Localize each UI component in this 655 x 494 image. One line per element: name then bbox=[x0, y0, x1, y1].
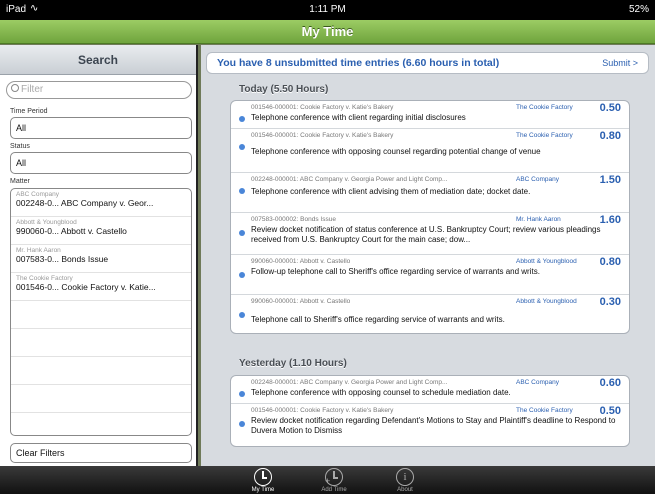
search-panel: Search Filter Time Period All Status All… bbox=[0, 45, 198, 466]
entry-matter: 001546-000001: Cookie Factory v. Katie's… bbox=[251, 104, 394, 111]
time-entries-panel: You have 8 unsubmitted time entries (6.6… bbox=[201, 45, 655, 466]
search-header: Search bbox=[0, 45, 196, 75]
empty-row bbox=[11, 329, 191, 357]
nav-bar: My Time bbox=[0, 20, 655, 44]
matter-client: Mr. Hank Aaron bbox=[16, 247, 61, 254]
tab-label: About bbox=[397, 487, 413, 493]
matter-client: The Cookie Factory bbox=[16, 275, 73, 282]
matter-item[interactable]: Mr. Hank Aaron 007583-0... Bonds Issue bbox=[11, 245, 191, 273]
entries-group-yesterday: 002248-000001: ABC Company v. Georgia Po… bbox=[230, 375, 630, 447]
filter-placeholder: Filter bbox=[21, 84, 44, 95]
section-header-today: Today (5.50 Hours) bbox=[239, 84, 329, 95]
time-entry[interactable]: 002248-000001: ABC Company v. Georgia Po… bbox=[231, 376, 629, 404]
entry-client: ABC Company bbox=[516, 176, 559, 183]
tab-bar: My Time + Add Time i About bbox=[0, 466, 655, 494]
entry-description: Telephone call to Sheriff's office regar… bbox=[251, 315, 505, 324]
unsubmitted-dot-icon bbox=[239, 230, 245, 236]
status-select[interactable]: All bbox=[10, 152, 192, 174]
entries-group-today: 001546-000001: Cookie Factory v. Katie's… bbox=[230, 100, 630, 334]
entry-description: Telephone conference with opposing couns… bbox=[251, 388, 511, 397]
time-entry[interactable]: 001546-000001: Cookie Factory v. Katie's… bbox=[231, 404, 629, 446]
status-label: Status bbox=[10, 143, 30, 150]
status-bar: iPad ∿ 1:11 PM 52% bbox=[0, 0, 655, 20]
matter-item[interactable]: ABC Company 002248-0... ABC Company v. G… bbox=[11, 189, 191, 217]
entry-description: Telephone conference with opposing couns… bbox=[251, 147, 541, 156]
entry-matter: 007583-000002: Bonds Issue bbox=[251, 216, 336, 223]
matter-label: Matter bbox=[10, 178, 30, 185]
section-header-yesterday: Yesterday (1.10 Hours) bbox=[239, 358, 347, 369]
matter-name: 001546-0... Cookie Factory v. Katie... bbox=[16, 282, 156, 292]
add-time-icon: + bbox=[325, 468, 343, 486]
clock-icon bbox=[254, 468, 272, 486]
entry-client: The Cookie Factory bbox=[516, 104, 573, 111]
submit-button[interactable]: Submit > bbox=[602, 58, 638, 68]
unsubmitted-dot-icon bbox=[239, 421, 245, 427]
matter-name: 990060-0... Abbott v. Castello bbox=[16, 226, 127, 236]
tab-about[interactable]: i About bbox=[377, 467, 433, 493]
time-entry[interactable]: 990060-000001: Abbott v. Castello Abbott… bbox=[231, 255, 629, 295]
time-entry[interactable]: 990060-000001: Abbott v. Castello Abbott… bbox=[231, 295, 629, 333]
unsubmitted-dot-icon bbox=[239, 391, 245, 397]
entry-hours: 1.50 bbox=[599, 174, 621, 186]
tab-add-time[interactable]: + Add Time bbox=[306, 467, 362, 493]
summary-message: You have 8 unsubmitted time entries (6.6… bbox=[217, 57, 500, 69]
entry-matter: 002248-000001: ABC Company v. Georgia Po… bbox=[251, 176, 448, 183]
page-title: My Time bbox=[301, 24, 354, 39]
entry-hours: 0.30 bbox=[599, 296, 621, 308]
entry-client: Abbott & Youngblood bbox=[516, 258, 577, 265]
battery-level: 52% bbox=[628, 4, 649, 15]
entry-client: Mr. Hank Aaron bbox=[516, 216, 561, 223]
entry-description: Review docket notification regarding Def… bbox=[251, 416, 616, 435]
unsubmitted-dot-icon bbox=[239, 312, 245, 318]
entry-description: Telephone conference with client advisin… bbox=[251, 187, 531, 196]
entry-matter: 002248-000001: ABC Company v. Georgia Po… bbox=[251, 379, 448, 386]
matter-client: ABC Company bbox=[16, 191, 59, 198]
tab-my-time[interactable]: My Time bbox=[235, 467, 291, 493]
entry-matter: 990060-000001: Abbott v. Castello bbox=[251, 298, 351, 305]
info-icon: i bbox=[396, 468, 414, 486]
time-entry[interactable]: 007583-000002: Bonds Issue Mr. Hank Aaro… bbox=[231, 213, 629, 255]
time-entry[interactable]: 001546-000001: Cookie Factory v. Katie's… bbox=[231, 101, 629, 129]
time-entry[interactable]: 001546-000001: Cookie Factory v. Katie's… bbox=[231, 129, 629, 173]
search-icon bbox=[11, 84, 19, 92]
unsubmitted-dot-icon bbox=[239, 144, 245, 150]
empty-row bbox=[11, 385, 191, 413]
entry-client: The Cookie Factory bbox=[516, 407, 573, 414]
entry-client: ABC Company bbox=[516, 379, 559, 386]
entry-matter: 001546-000001: Cookie Factory v. Katie's… bbox=[251, 132, 394, 139]
filter-input[interactable]: Filter bbox=[6, 81, 192, 99]
empty-row bbox=[11, 357, 191, 385]
time-entry[interactable]: 002248-000001: ABC Company v. Georgia Po… bbox=[231, 173, 629, 213]
entry-description: Follow-up telephone call to Sheriff's of… bbox=[251, 267, 540, 276]
matter-name: 007583-0... Bonds Issue bbox=[16, 254, 109, 264]
summary-bar: You have 8 unsubmitted time entries (6.6… bbox=[206, 52, 649, 74]
entry-client: Abbott & Youngblood bbox=[516, 298, 577, 305]
unsubmitted-dot-icon bbox=[239, 116, 245, 122]
matter-client: Abbott & Youngblood bbox=[16, 219, 77, 226]
matter-item[interactable]: The Cookie Factory 001546-0... Cookie Fa… bbox=[11, 273, 191, 301]
entry-client: The Cookie Factory bbox=[516, 132, 573, 139]
matter-item[interactable]: Abbott & Youngblood 990060-0... Abbott v… bbox=[11, 217, 191, 245]
time-period-label: Time Period bbox=[10, 108, 48, 115]
entry-description: Telephone conference with client regardi… bbox=[251, 113, 466, 122]
matter-name: 002248-0... ABC Company v. Geor... bbox=[16, 198, 154, 208]
tab-label: Add Time bbox=[321, 487, 347, 493]
entry-hours: 0.80 bbox=[599, 130, 621, 142]
entry-matter: 001546-000001: Cookie Factory v. Katie's… bbox=[251, 407, 394, 414]
entry-matter: 990060-000001: Abbott v. Castello bbox=[251, 258, 351, 265]
tab-label: My Time bbox=[251, 487, 275, 493]
empty-row bbox=[11, 301, 191, 329]
clear-filters-button[interactable]: Clear Filters bbox=[10, 443, 192, 463]
unsubmitted-dot-icon bbox=[239, 188, 245, 194]
entry-description: Review docket notification of status con… bbox=[251, 225, 601, 244]
unsubmitted-dot-icon bbox=[239, 272, 245, 278]
matter-list: ABC Company 002248-0... ABC Company v. G… bbox=[10, 188, 192, 436]
time-period-select[interactable]: All bbox=[10, 117, 192, 139]
clock-time: 1:11 PM bbox=[309, 4, 346, 15]
